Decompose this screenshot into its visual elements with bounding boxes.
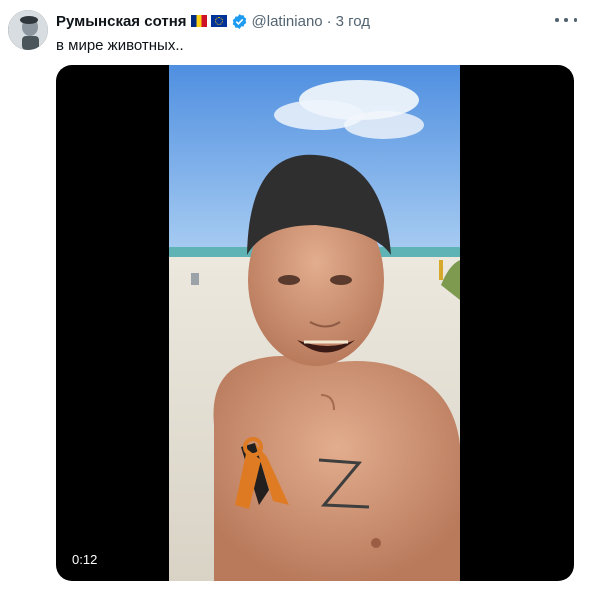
more-horizontal-icon[interactable] <box>555 13 577 27</box>
verified-badge-icon <box>231 13 248 30</box>
separator-dot: · <box>326 12 332 30</box>
tweet-text: в мире животных.. <box>56 37 184 54</box>
eu-flag-icon <box>210 15 227 27</box>
display-name[interactable]: Румынская сотня <box>56 13 187 30</box>
tweet-header: Румынская сотня @latiniano · 3 год <box>56 11 370 31</box>
avatar-image <box>8 10 48 50</box>
tweet[interactable]: Румынская сотня @latiniano · 3 год в мир… <box>0 0 595 592</box>
video-frame <box>169 65 460 581</box>
user-handle[interactable]: @latiniano <box>252 13 323 30</box>
timestamp[interactable]: 3 год <box>336 13 370 30</box>
avatar[interactable] <box>8 10 48 50</box>
video-player[interactable]: 0:12 <box>56 65 574 581</box>
romania-flag-icon <box>190 15 207 27</box>
video-duration: 0:12 <box>66 550 104 569</box>
video-thumbnail <box>169 65 460 581</box>
